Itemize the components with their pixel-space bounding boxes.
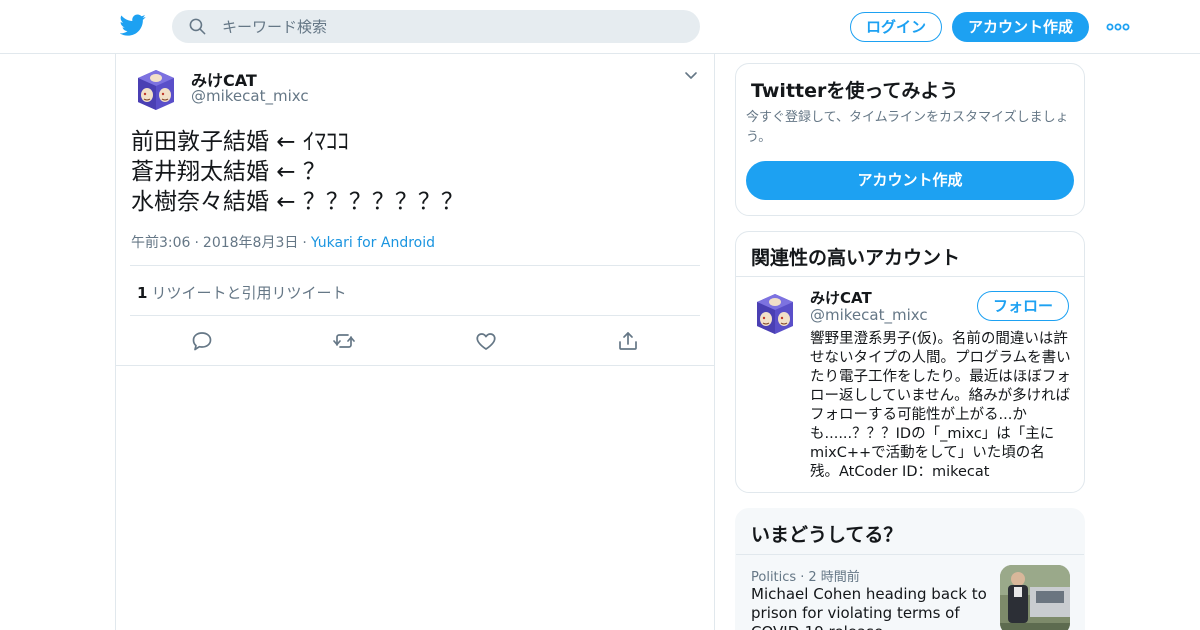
trend-headline[interactable]: Michael Cohen heading back to prison for… (751, 585, 996, 630)
divider (130, 265, 700, 266)
trend-category: Politics (751, 570, 797, 585)
tweet-source-link[interactable]: Yukari for Android (311, 235, 435, 251)
retweet-icon[interactable] (332, 329, 356, 353)
meta-separator: · (302, 235, 307, 251)
divider (736, 554, 1084, 555)
search-box[interactable] (172, 10, 700, 43)
more-dots-icon[interactable] (1106, 17, 1130, 37)
tweet-text: 前田敦子結婚 ← ｲﾏｺｺ 蒼井翔太結婚 ← ？ 水樹奈々結婚 ← ？？？？？？… (131, 127, 701, 217)
twitter-bird-icon[interactable] (120, 12, 146, 38)
trends-title: いまどうしてる？ (751, 524, 903, 546)
related-accounts-title: 関連性の高いアカウント (751, 247, 961, 269)
tweet-line: 前田敦子結婚 ← ｲﾏｺｺ (131, 129, 349, 155)
tweet-date[interactable]: 2018年8月3日 (203, 235, 298, 251)
retweet-label: リツイートと引用リツイート (151, 284, 347, 302)
chevron-down-icon[interactable] (684, 70, 698, 82)
signup-card-title: Twitterを使ってみよう (751, 80, 959, 102)
share-icon[interactable] (616, 329, 640, 353)
top-header: ログイン アカウント作成 (0, 0, 1200, 54)
signup-card-description: 今すぐ登録して、タイムラインをカスタマイズしましょう。 (746, 110, 1069, 145)
follow-button[interactable]: フォロー (977, 291, 1069, 321)
tweet-metadata: 午前3:06 · 2018年8月3日 · Yukari for Android (131, 232, 435, 252)
related-account-avatar[interactable] (753, 292, 797, 336)
search-icon (189, 18, 206, 35)
user-avatar[interactable] (134, 68, 178, 112)
main-column: みけCAT @mikecat_mixc 前田敦子結婚 ← ｲﾏｺｺ 蒼井翔太結婚… (115, 53, 715, 630)
tweet-line: 蒼井翔太結婚 ← ？ (131, 159, 326, 185)
search-input[interactable] (222, 10, 682, 43)
author-handle[interactable]: @mikecat_mixc (191, 87, 309, 105)
trend-metadata: Politics · 2 時間前 (751, 566, 860, 585)
retweet-stats[interactable]: 1 リツイートと引用リツイート (137, 282, 346, 303)
related-account-bio: 響野里澄系男子(仮)。名前の間違いは許せないタイプの人間。プログラムを書いたり電… (810, 331, 1071, 480)
tweet-time[interactable]: 午前3:06 (131, 235, 190, 251)
trend-time: 2 時間前 (808, 570, 860, 585)
divider (736, 276, 1084, 277)
meta-separator: · (800, 570, 805, 585)
related-accounts-card: 関連性の高いアカウント みけCAT @mikecat_mixc フォロー 響野里… (735, 231, 1085, 493)
trends-card: いまどうしてる？ Politics · 2 時間前 Michael Cohen he… (735, 508, 1085, 630)
reply-icon[interactable] (190, 329, 214, 353)
tweet-line: 水樹奈々結婚 ← ？？？？？？？ (131, 189, 464, 215)
divider (130, 315, 700, 316)
signup-card-button[interactable]: アカウント作成 (746, 161, 1074, 200)
like-icon[interactable] (474, 329, 498, 353)
signup-button[interactable]: アカウント作成 (952, 12, 1089, 42)
trend-thumbnail[interactable] (1000, 565, 1070, 630)
tweet: みけCAT @mikecat_mixc 前田敦子結婚 ← ｲﾏｺｺ 蒼井翔太結婚… (116, 53, 714, 366)
login-button[interactable]: ログイン (850, 12, 942, 42)
related-account-handle[interactable]: @mikecat_mixc (810, 306, 928, 324)
retweet-count: 1 (137, 284, 148, 302)
signup-card: Twitterを使ってみよう 今すぐ登録して、タイムラインをカスタマイズしましょ… (735, 63, 1085, 216)
related-account-name[interactable]: みけCAT (810, 287, 872, 308)
meta-separator: · (194, 235, 199, 251)
